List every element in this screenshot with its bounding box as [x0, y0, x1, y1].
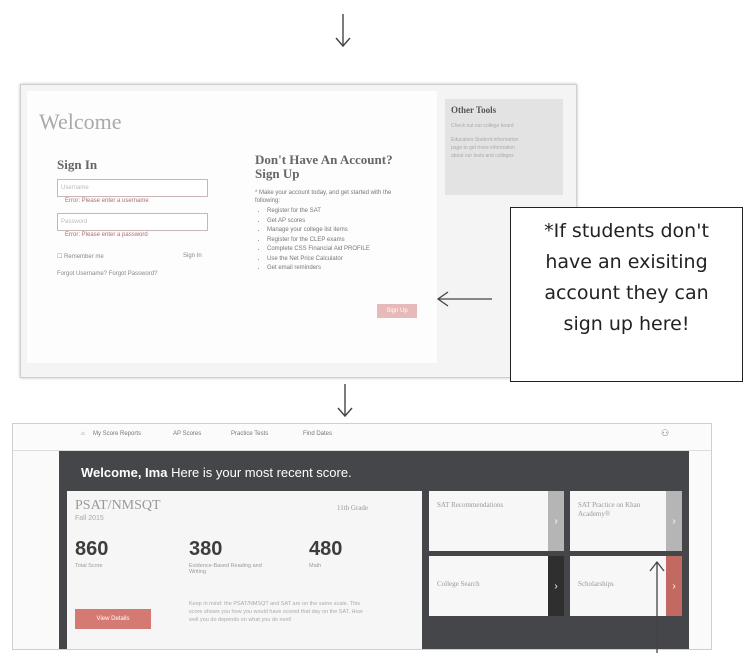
- callout-line: have an exisiting: [545, 251, 708, 273]
- nav-my-score-reports[interactable]: My Score Reports: [93, 431, 141, 437]
- nav-practice-tests[interactable]: Practice Tests: [231, 431, 268, 437]
- chevron-right-icon: ›: [666, 491, 682, 551]
- username-input[interactable]: Username: [57, 179, 208, 197]
- tile-label: SAT Recommendations: [437, 501, 504, 509]
- welcome-subtitle: Here is your most recent score.: [171, 465, 352, 480]
- score-note: Keep in mind: the PSAT/NMSQT and SAT are…: [189, 601, 363, 623]
- scholarships-tile[interactable]: Scholarships ›: [570, 556, 682, 616]
- grade-label: 11th Grade: [337, 504, 369, 512]
- other-tools-heading: Other Tools: [451, 105, 497, 115]
- score-screenshot: ⌂ My Score Reports AP Scores Practice Te…: [12, 423, 712, 650]
- tile-label: SAT Practice on Khan Academy®: [578, 501, 641, 518]
- view-details-button[interactable]: View Details: [75, 609, 151, 629]
- callout-line: sign up here!: [563, 313, 690, 335]
- list-item: Manage your college list items: [267, 226, 370, 236]
- tile-label: College Search: [437, 580, 480, 588]
- nav-ap-scores[interactable]: AP Scores: [173, 431, 201, 437]
- welcome-name: Welcome, Ima: [81, 465, 168, 480]
- welcome-heading: Welcome, Ima Here is your most recent sc…: [81, 465, 352, 480]
- list-item: Register for the CLEP exams: [267, 236, 370, 246]
- sat-practice-tile[interactable]: SAT Practice on Khan Academy® ›: [570, 491, 682, 551]
- other-tools-text: about our tests and colleges: [451, 153, 514, 159]
- down-arrow-icon: [337, 384, 353, 418]
- chevron-right-icon: ›: [666, 556, 682, 616]
- signup-heading: Don't Have An Account? Sign Up: [255, 152, 393, 181]
- top-nav: ⌂ My Score Reports AP Scores Practice Te…: [13, 424, 711, 451]
- list-item: Use the Net Price Calculator: [267, 255, 370, 265]
- signin-screenshot: Welcome Sign In Username Error: Please e…: [20, 84, 577, 378]
- list-item: Complete CSS Financial Aid PROFILE: [267, 245, 370, 255]
- signin-heading: Sign In: [57, 157, 98, 172]
- home-icon[interactable]: ⌂: [81, 431, 85, 437]
- signin-button[interactable]: Sign In: [183, 253, 202, 259]
- ebrw-score: 380: [189, 538, 223, 560]
- callout-box: *If students don't have an exisiting acc…: [510, 207, 743, 382]
- username-error: Error: Please enter a username: [65, 198, 149, 204]
- total-score-label: Total Score: [75, 563, 103, 569]
- up-arrow-icon: [649, 560, 665, 653]
- signup-intro: * Make your account today, and get start…: [255, 190, 392, 204]
- list-item: Register for the SAT: [267, 207, 370, 217]
- college-search-tile[interactable]: College Search ›: [429, 556, 564, 616]
- signup-benefits-list: Register for the SAT Get AP scores Manag…: [259, 207, 370, 274]
- list-item: Get email reminders: [267, 264, 370, 274]
- left-arrow-icon: [436, 291, 492, 307]
- password-input[interactable]: Password: [57, 213, 208, 231]
- other-tools-text: page to get more information: [451, 145, 515, 151]
- chevron-right-icon: ›: [548, 491, 564, 551]
- welcome-title: Welcome: [39, 109, 122, 134]
- callout-line: account they can: [544, 282, 709, 304]
- down-arrow-icon: [335, 14, 351, 48]
- callout-line: *If students don't: [544, 220, 709, 242]
- signup-button[interactable]: Sign Up: [377, 304, 417, 318]
- score-card: PSAT/NMSQT Fall 2015 11th Grade 860 Tota…: [67, 491, 422, 649]
- other-tools-link[interactable]: Check out our college board: [451, 123, 514, 129]
- chevron-right-icon: ›: [548, 556, 564, 616]
- tile-label: Scholarships: [578, 580, 614, 588]
- remember-me-checkbox[interactable]: ☐ Remember me: [57, 253, 104, 260]
- nav-find-dates[interactable]: Find Dates: [303, 431, 332, 437]
- test-date: Fall 2015: [75, 515, 104, 522]
- math-label: Math: [309, 563, 322, 569]
- forgot-links[interactable]: Forgot Username? Forgot Password?: [57, 271, 157, 277]
- list-item: Get AP scores: [267, 217, 370, 227]
- math-score: 480: [309, 538, 343, 560]
- score-dashboard: Welcome, Ima Here is your most recent sc…: [59, 451, 689, 649]
- remember-me-label: Remember me: [64, 254, 104, 260]
- user-menu-icon[interactable]: ⚇: [661, 428, 669, 439]
- signin-panel: Welcome Sign In Username Error: Please e…: [27, 91, 437, 363]
- ebrw-label: Evidence-Based Reading and Writing: [189, 563, 262, 575]
- other-tools-panel: Other Tools Check out our college board …: [445, 99, 563, 195]
- password-error: Error: Please enter a password: [65, 232, 148, 238]
- total-score: 860: [75, 538, 109, 560]
- sat-recommendations-tile[interactable]: SAT Recommendations ›: [429, 491, 564, 551]
- test-name: PSAT/NMSQT: [75, 498, 161, 513]
- other-tools-text: Educators Student information: [451, 137, 519, 143]
